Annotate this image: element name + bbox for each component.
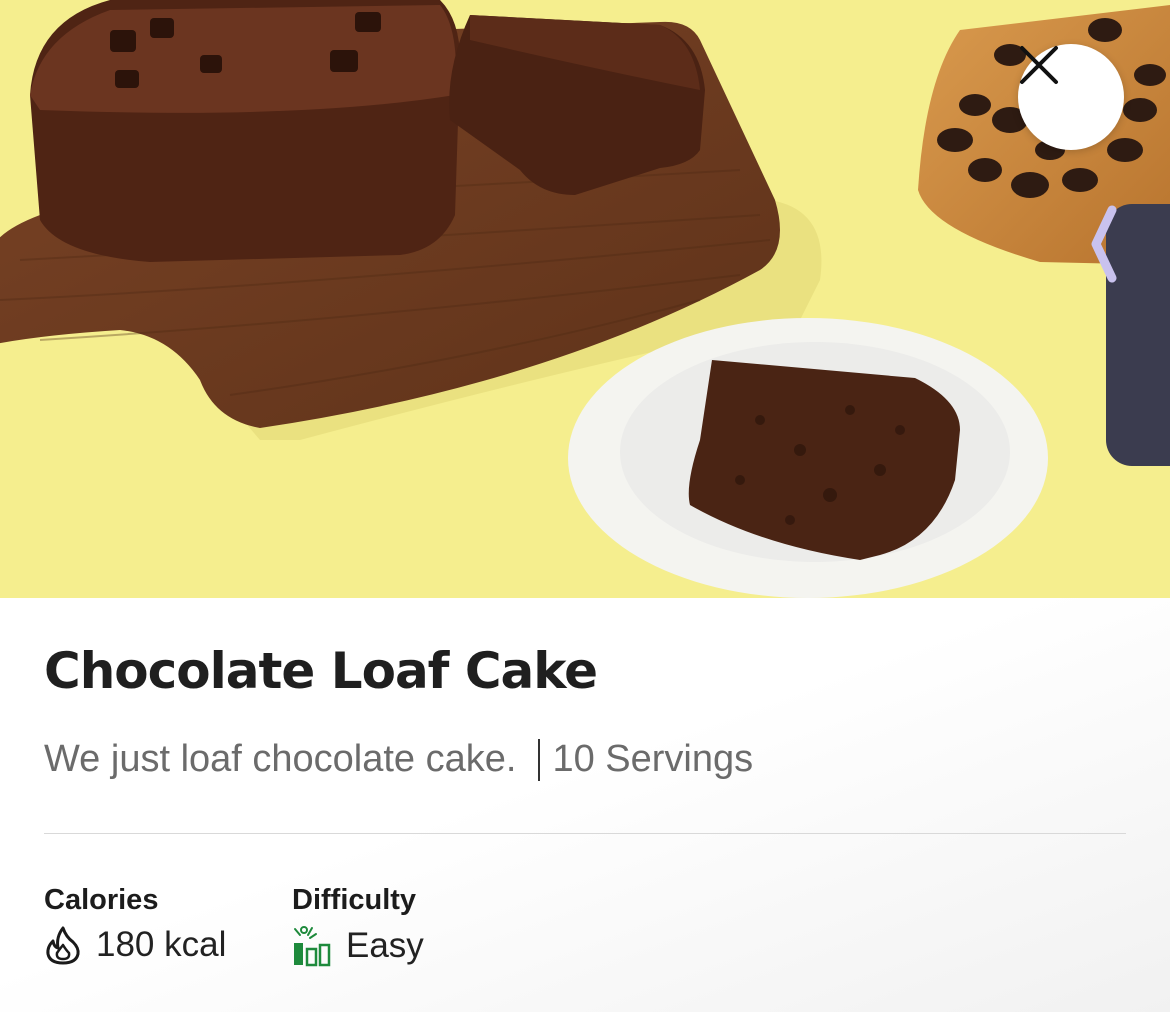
divider [44,833,1126,834]
recipe-title: Chocolate Loaf Cake [44,642,598,700]
close-button[interactable] [1018,44,1124,150]
recipe-tagline: We just loaf chocolate cake. [44,738,517,780]
recipe-details: Chocolate Loaf Cake We just loaf chocola… [0,598,1170,1012]
close-icon [1020,46,1058,84]
chevron-left-icon [1091,205,1117,283]
difficulty-stat: Difficulty Easy [292,884,424,967]
flame-icon [46,926,80,965]
recipe-photo [0,0,1170,598]
difficulty-value: Easy [346,926,424,965]
recipe-servings: 10 Servings [552,738,754,780]
calories-stat: Calories 180 kcal [44,884,226,965]
hero-image [0,0,1170,598]
difficulty-label: Difficulty [292,884,417,916]
difficulty-bars-icon [294,926,331,967]
subtitle-separator [538,738,541,781]
recipe-subtitle: We just loaf chocolate cake. 10 Servings [44,738,753,781]
side-panel-tab[interactable] [1091,204,1170,466]
calories-label: Calories [44,884,159,916]
calories-value: 180 kcal [96,925,227,964]
